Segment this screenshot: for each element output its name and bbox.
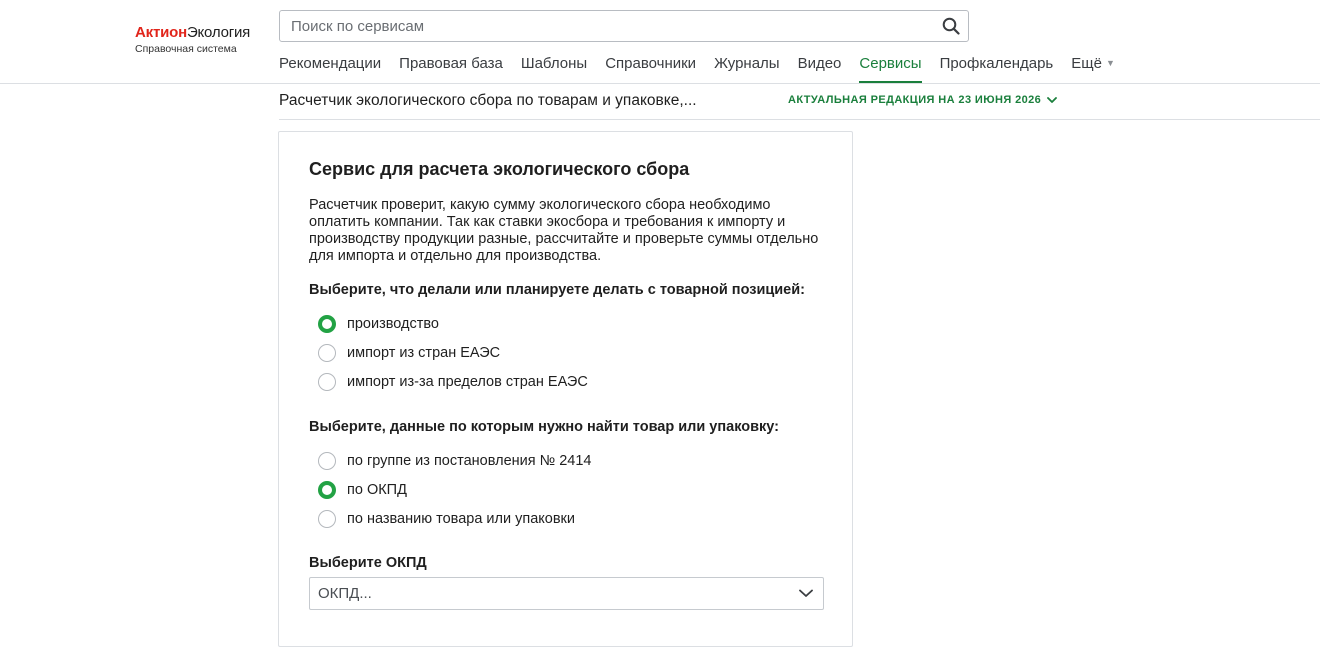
okpd-select-placeholder: ОКПД... [318, 585, 372, 602]
radio-option-by-group[interactable]: по группе из постановления № 2414 [318, 451, 591, 471]
okpd-select[interactable]: ОКПД... [309, 577, 824, 610]
service-description: Расчетчик проверит, какую сумму экологич… [309, 197, 819, 264]
edition-selector[interactable]: АКТУАЛЬНАЯ РЕДАКЦИЯ НА 23 ИЮНЯ 2026 [788, 94, 1058, 106]
search-icon [942, 17, 960, 35]
radio-label: импорт из-за пределов стран ЕАЭС [347, 374, 588, 390]
radio-unchecked-icon [318, 344, 336, 362]
logo-brand-part1: Актион [135, 24, 187, 41]
search-box [279, 10, 969, 42]
chevron-down-icon [799, 589, 813, 597]
chevron-down-icon [1047, 96, 1058, 103]
logo-brand-part2: Экология [186, 24, 251, 41]
question-activity-label: Выберите, что делали или планируете дела… [309, 282, 805, 298]
radio-option-by-okpd[interactable]: по ОКПД [318, 480, 407, 500]
radio-unchecked-icon [318, 510, 336, 528]
document-title: Расчетчик экологического сбора по товара… [279, 92, 697, 109]
radio-checked-icon [318, 315, 336, 333]
radio-label: по группе из постановления № 2414 [347, 453, 592, 469]
radio-option-by-name[interactable]: по названию товара или упаковки [318, 509, 575, 529]
document-header: Расчетчик экологического сбора по товара… [279, 83, 1320, 120]
radio-label: по названию товара или упаковки [347, 511, 575, 527]
nav-item-journals[interactable]: Журналы [714, 46, 780, 83]
caret-down-icon: ▼ [1105, 58, 1115, 68]
radio-checked-icon [318, 481, 336, 499]
question-search-by-label: Выберите, данные по которым нужно найти … [309, 419, 779, 435]
radio-label: по ОКПД [347, 482, 407, 498]
nav-more-label: Ещё [1071, 55, 1102, 72]
nav-item-references[interactable]: Справочники [605, 46, 696, 83]
nav-item-legal-base[interactable]: Правовая база [399, 46, 503, 83]
logo-brand: АктионЭкология [135, 24, 250, 42]
edition-label: АКТУАЛЬНАЯ РЕДАКЦИЯ НА 23 ИЮНЯ 2026 [788, 94, 1042, 106]
radio-label: производство [347, 316, 439, 332]
okpd-label: Выберите ОКПД [309, 555, 427, 571]
nav-item-profcalendar[interactable]: Профкалендарь [940, 46, 1054, 83]
nav-item-recommendations[interactable]: Рекомендации [279, 46, 381, 83]
logo-tagline: Справочная система [135, 43, 237, 55]
nav-item-more[interactable]: Ещё ▼ [1071, 46, 1115, 83]
search-input[interactable] [280, 12, 934, 40]
service-card: Сервис для расчета экологического сбора … [278, 131, 853, 647]
logo[interactable]: АктионЭкология Справочная система [135, 24, 250, 56]
nav-item-services[interactable]: Сервисы [859, 46, 922, 83]
radio-label: импорт из стран ЕАЭС [347, 345, 501, 361]
nav-item-templates[interactable]: Шаблоны [521, 46, 587, 83]
radio-unchecked-icon [318, 373, 336, 391]
search-button[interactable] [934, 11, 968, 41]
radio-option-import-outside-eaeu[interactable]: импорт из-за пределов стран ЕАЭС [318, 372, 588, 392]
top-bar: АктионЭкология Справочная система Рекоме… [0, 0, 1320, 84]
nav-item-video[interactable]: Видео [798, 46, 842, 83]
service-title: Сервис для расчета экологического сбора [309, 159, 690, 179]
radio-option-import-eaeu[interactable]: импорт из стран ЕАЭС [318, 343, 500, 363]
radio-unchecked-icon [318, 452, 336, 470]
radio-option-production[interactable]: производство [318, 314, 439, 334]
main-nav: Рекомендации Правовая база Шаблоны Справ… [279, 46, 1133, 83]
